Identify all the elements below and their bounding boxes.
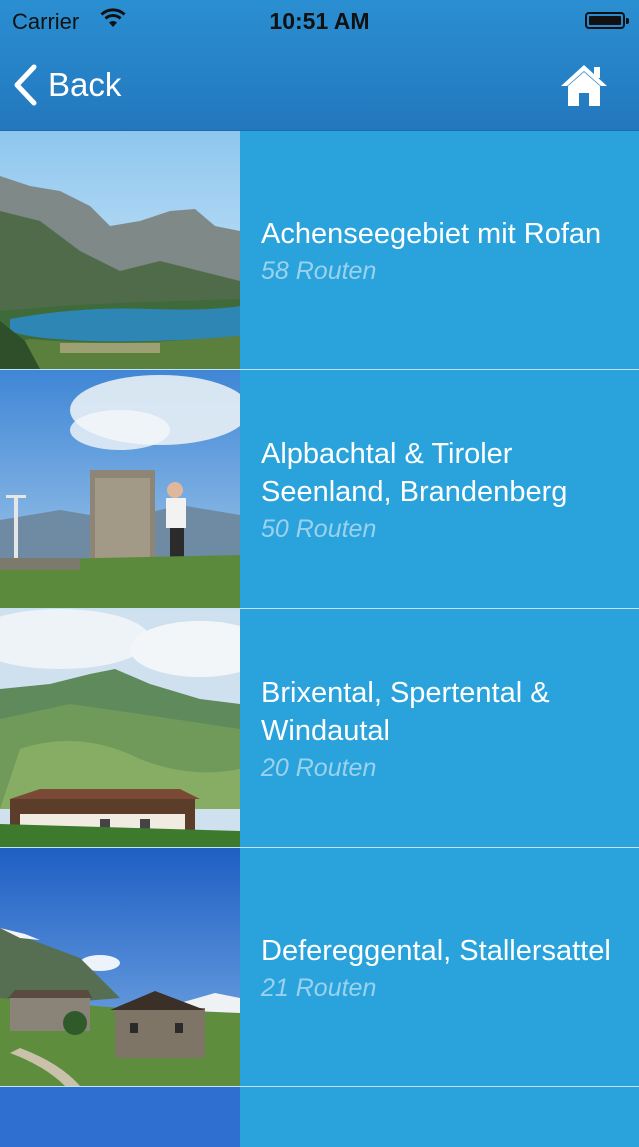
app-header: Carrier 10:51 AM Back bbox=[0, 0, 639, 131]
chevron-left-icon bbox=[14, 64, 37, 106]
route-count: 50 Routen bbox=[261, 514, 377, 543]
region-info: Alpbachtal & Tiroler Seenland, Brandenbe… bbox=[261, 370, 619, 608]
region-title: Alpbachtal & Tiroler Seenland, Brandenbe… bbox=[261, 437, 568, 508]
region-list: Achenseegebiet mit Rofan 58 Routen Alpba… bbox=[0, 131, 639, 1147]
region-info: Defereggental, Stallersattel 21 Routen bbox=[261, 848, 619, 1086]
region-title: Defereggental, Stallersattel bbox=[261, 934, 611, 967]
clock: 10:51 AM bbox=[269, 8, 370, 34]
back-button[interactable]: Back bbox=[12, 60, 121, 110]
region-title: Achenseegebiet mit Rofan bbox=[261, 217, 602, 250]
route-count: 58 Routen bbox=[261, 256, 377, 285]
route-count: 21 Routen bbox=[261, 973, 377, 1002]
navigation-bar: Back bbox=[0, 42, 639, 130]
route-count: 20 Routen bbox=[261, 753, 377, 782]
region-info: Brixental, Spertental & Windautal 20 Rou… bbox=[261, 609, 619, 847]
back-label: Back bbox=[48, 66, 122, 103]
status-bar: Carrier 10:51 AM bbox=[0, 0, 639, 42]
region-thumbnail bbox=[0, 131, 240, 369]
region-title: Brixental, Spertental & Windautal bbox=[261, 676, 550, 747]
region-info: Achenseegebiet mit Rofan 58 Routen bbox=[261, 131, 619, 369]
home-icon bbox=[561, 65, 607, 106]
list-item[interactable]: Achenseegebiet mit Rofan 58 Routen bbox=[0, 131, 639, 370]
region-thumbnail bbox=[0, 609, 240, 847]
home-button[interactable] bbox=[559, 62, 609, 108]
battery-icon bbox=[585, 12, 629, 29]
region-thumbnail bbox=[0, 1087, 240, 1147]
list-item[interactable]: Defereggental, Stallersattel 21 Routen bbox=[0, 848, 639, 1087]
region-thumbnail bbox=[0, 848, 240, 1086]
list-item[interactable] bbox=[0, 1087, 639, 1147]
region-thumbnail bbox=[0, 370, 240, 608]
list-item[interactable]: Alpbachtal & Tiroler Seenland, Brandenbe… bbox=[0, 370, 639, 609]
list-item[interactable]: Brixental, Spertental & Windautal 20 Rou… bbox=[0, 609, 639, 848]
